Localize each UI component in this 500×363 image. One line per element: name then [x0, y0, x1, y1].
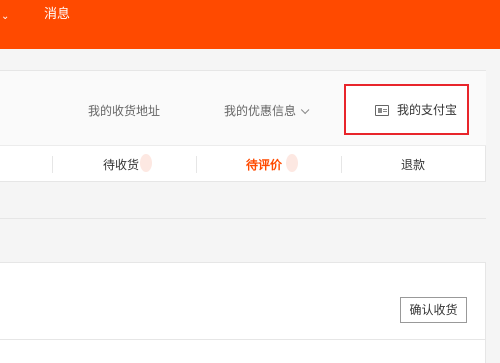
tab-divider [341, 156, 342, 173]
order-list-panel [0, 218, 486, 363]
order-list-header [0, 219, 486, 263]
chevron-down-icon [300, 105, 310, 115]
shipping-address-link[interactable]: 我的收货地址 [88, 103, 160, 119]
badge-blur [140, 154, 152, 172]
confirm-receipt-button[interactable]: 确认收货 [400, 297, 467, 323]
tab-to-receive[interactable]: 待收货 [103, 157, 139, 173]
id-card-icon [375, 105, 389, 116]
coupon-info-link[interactable]: 我的优惠信息 [224, 103, 310, 119]
coupon-info-label: 我的优惠信息 [224, 104, 297, 118]
order-status-tabs: 待收货 待评价 退款 [0, 146, 486, 183]
top-nav-bar: ⌄ 消息 [0, 0, 500, 49]
badge-blur [286, 154, 298, 172]
nav-messages-link[interactable]: 消息 [44, 7, 70, 23]
tab-divider [52, 156, 53, 173]
chevron-down-icon[interactable]: ⌄ [1, 12, 9, 22]
my-alipay-label: 我的支付宝 [397, 103, 458, 117]
order-row-divider [0, 339, 486, 340]
my-alipay-link[interactable]: 我的支付宝 [344, 84, 469, 135]
tab-refund[interactable]: 退款 [401, 157, 425, 173]
tab-divider [196, 156, 197, 173]
tab-to-review[interactable]: 待评价 [246, 157, 282, 173]
